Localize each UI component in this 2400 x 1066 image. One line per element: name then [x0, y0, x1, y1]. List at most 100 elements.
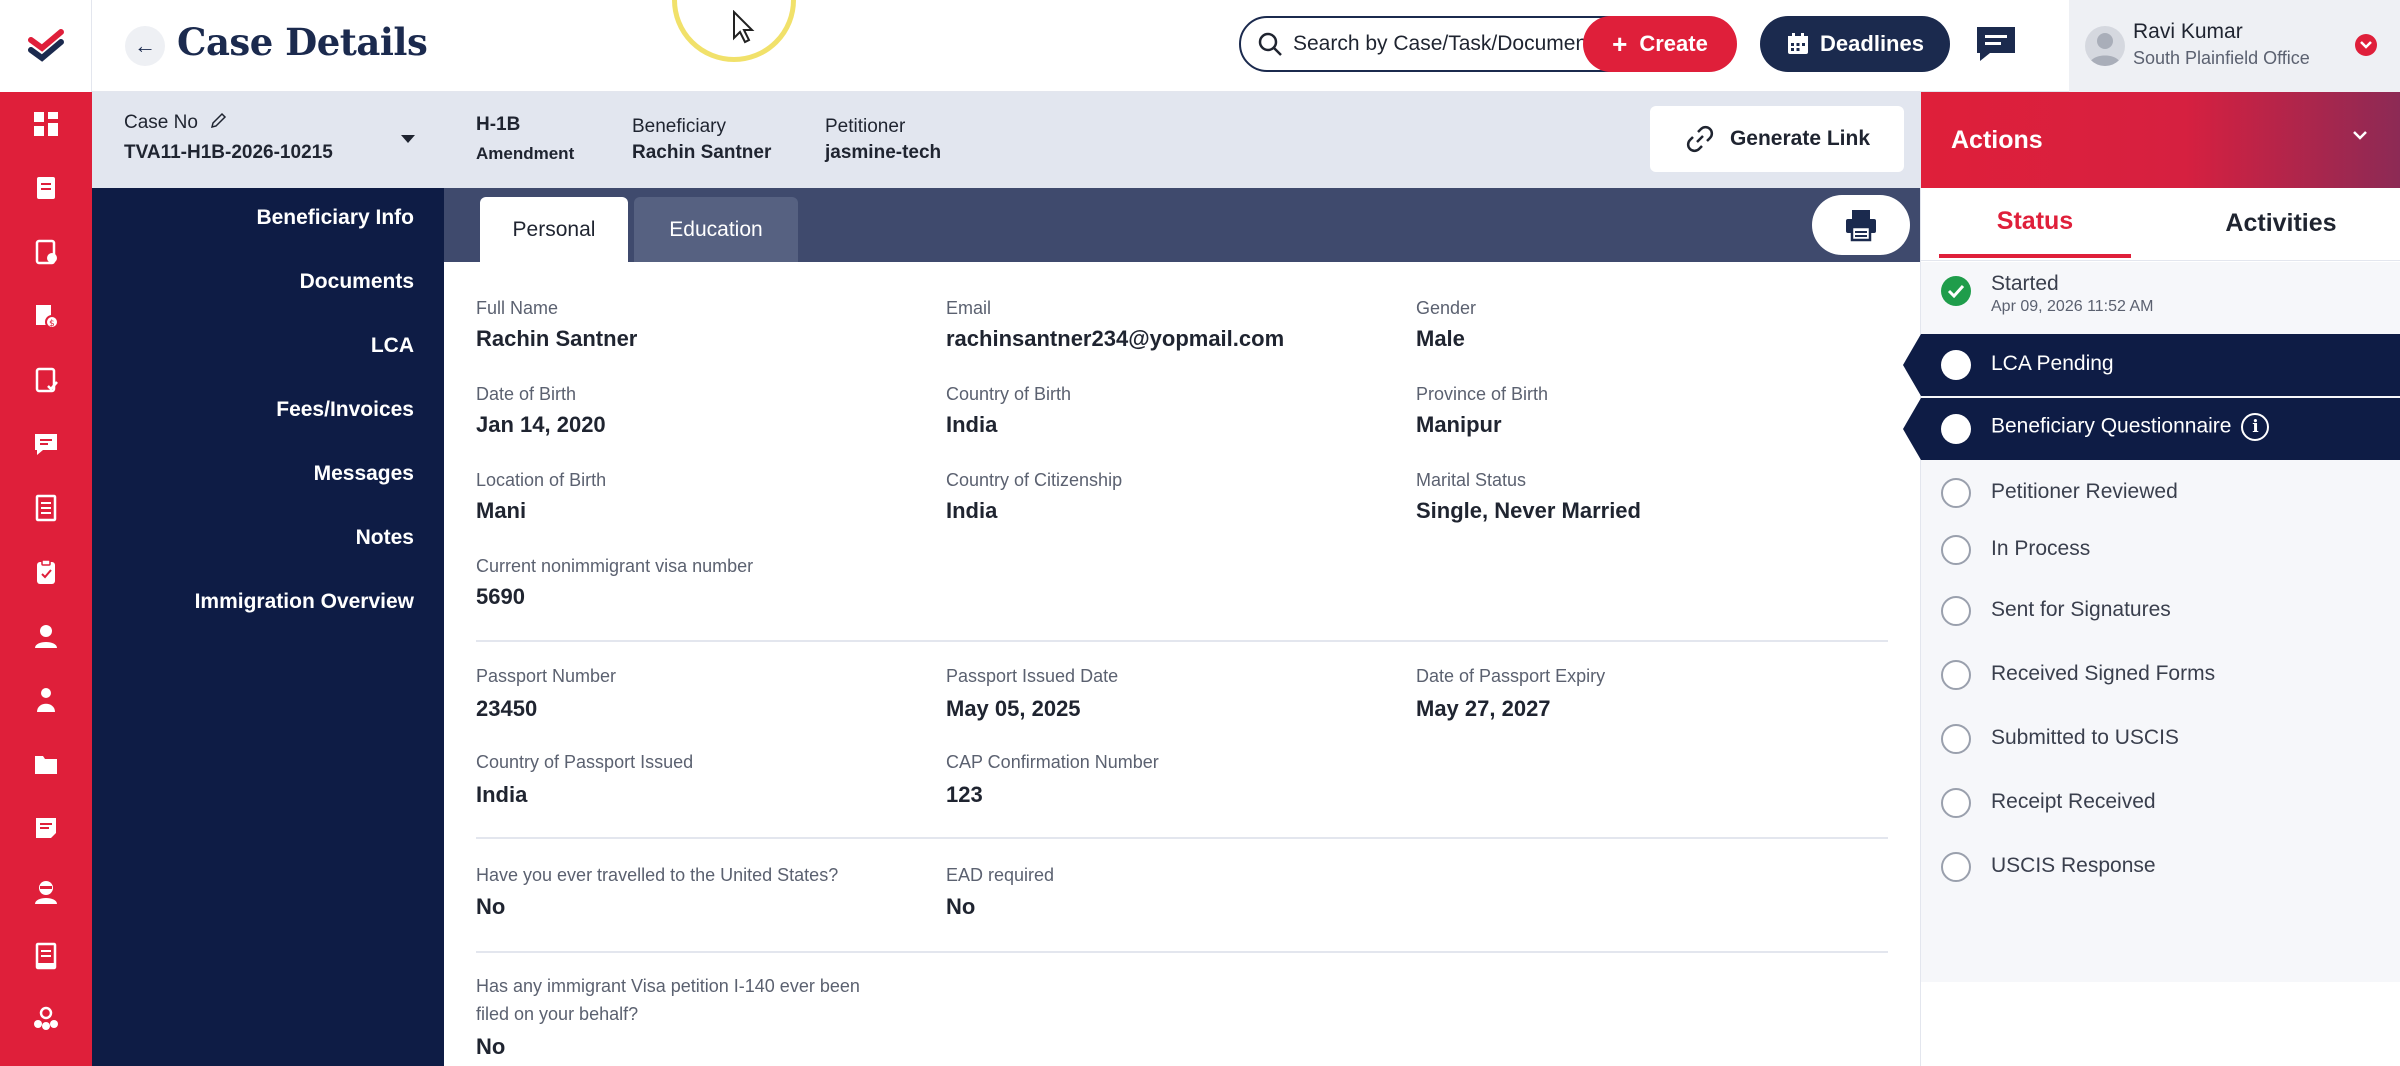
cap-number-label: CAP Confirmation Number [946, 752, 1159, 772]
chevron-down-icon[interactable] [2349, 124, 2371, 146]
notes-icon[interactable] [0, 796, 92, 860]
status-label: LCA Pending [1991, 352, 2114, 375]
dashboard-icon[interactable] [0, 92, 92, 156]
tab-education[interactable]: Education [634, 197, 798, 262]
passport-expiry-label: Date of Passport Expiry [1416, 666, 1606, 686]
full-name-label: Full Name [476, 298, 559, 318]
team-icon[interactable] [0, 988, 92, 1052]
status-item-uscis-response: USCIS Response [1921, 836, 2400, 898]
generate-link-button[interactable]: Generate Link [1650, 106, 1904, 172]
create-button[interactable]: + Create [1583, 16, 1737, 72]
invoices-icon[interactable]: $ [0, 284, 92, 348]
status-item-submitted-to-uscis: Submitted to USCIS [1921, 708, 2400, 770]
nav-item-lca[interactable]: LCA [371, 334, 414, 358]
beneficiary-name[interactable]: Rachin Santner [632, 142, 771, 164]
folder-icon[interactable] [0, 732, 92, 796]
country-of-birth-label: Country of Birth [946, 384, 1072, 404]
tab-activities[interactable]: Activities [2161, 188, 2400, 258]
visa-number-value: 5690 [476, 584, 525, 609]
section-divider [476, 951, 1888, 953]
deadlines-button[interactable]: Deadlines [1760, 16, 1950, 72]
status-item-started: Started Apr 09, 2026 11:52 AM [1921, 262, 2400, 334]
reports-icon[interactable] [0, 924, 92, 988]
status-item-lca-pending[interactable]: LCA Pending [1903, 334, 2400, 396]
status-label: Received Signed Forms [1991, 662, 2216, 685]
logo-icon[interactable] [0, 0, 92, 92]
status-item-beneficiary-questionnaire[interactable]: Beneficiary Questionnaire i [1903, 398, 2400, 460]
forms-icon[interactable] [0, 348, 92, 412]
status-circle-icon [1941, 660, 1971, 690]
petitioner-name[interactable]: jasmine-tech [825, 142, 941, 164]
nav-item-documents[interactable]: Documents [300, 270, 414, 294]
search-icon [1258, 32, 1282, 56]
i140-label-line1: Has any immigrant Visa petition I-140 ev… [476, 976, 860, 996]
nav-item-notes[interactable]: Notes [356, 526, 414, 550]
i140-value: No [476, 1034, 506, 1059]
contacts-icon[interactable] [0, 860, 92, 924]
link-icon [1686, 125, 1714, 153]
full-name-value: Rachin Santner [476, 326, 638, 351]
users-icon[interactable] [0, 668, 92, 732]
province-of-birth-label: Province of Birth [1416, 384, 1549, 404]
rail-menu: $ [0, 92, 92, 1066]
search-input[interactable] [1293, 32, 1633, 56]
print-button[interactable] [1812, 195, 1910, 255]
cases-icon[interactable] [0, 156, 92, 220]
user-menu[interactable]: Ravi Kumar South Plainfield Office [2069, 0, 2400, 92]
nav-item-messages[interactable]: Messages [314, 462, 414, 486]
user-icon[interactable] [0, 604, 92, 668]
tasks-icon[interactable] [0, 220, 92, 284]
email-value: rachinsantner234@yopmail.com [946, 326, 1285, 351]
create-label: Create [1639, 31, 1708, 56]
caret-down-icon[interactable] [400, 134, 416, 144]
profile-tabs: Personal Education [444, 188, 1920, 262]
citizenship-label: Country of Citizenship [946, 470, 1123, 490]
province-of-birth-value: Manipur [1416, 412, 1502, 437]
dob-label: Date of Birth [476, 384, 577, 404]
status-timeline: Started Apr 09, 2026 11:52 AM LCA Pendin… [1903, 262, 2400, 982]
deadlines-label: Deadlines [1820, 31, 1924, 56]
clipboard-icon[interactable] [0, 540, 92, 604]
status-circle-icon [1941, 596, 1971, 626]
status-circle-icon [1941, 535, 1971, 565]
case-section-nav: Beneficiary Info Documents LCA Fees/Invo… [92, 188, 444, 1066]
chevron-down-icon[interactable] [2355, 34, 2377, 56]
edit-pencil-icon[interactable] [209, 112, 227, 130]
petitioner-label: Petitioner [825, 116, 906, 137]
status-label: Beneficiary Questionnaire i [1991, 413, 2270, 441]
back-arrow-icon[interactable]: ← [125, 26, 165, 66]
plus-icon: + [1612, 29, 1628, 59]
passport-issued-label: Passport Issued Date [946, 666, 1119, 686]
passport-expiry-value: May 27, 2027 [1416, 696, 1551, 721]
passport-issued-value: May 05, 2025 [946, 696, 1081, 721]
status-label: Submitted to USCIS [1991, 726, 2179, 749]
tab-personal[interactable]: Personal [480, 197, 628, 262]
actions-header[interactable]: Actions [1921, 92, 2400, 188]
nav-item-immigration-overview[interactable]: Immigration Overview [195, 590, 414, 614]
cap-number-value: 123 [946, 782, 983, 807]
info-icon[interactable]: i [2241, 413, 2270, 441]
visa-subtype: Amendment [476, 144, 575, 163]
status-item-petitioner-reviewed: Petitioner Reviewed [1921, 462, 2400, 524]
status-circle-icon [1941, 852, 1971, 882]
status-item-receipt-received: Receipt Received [1921, 772, 2400, 834]
page-title: Case Details [177, 20, 428, 64]
tab-status[interactable]: Status [1939, 188, 2131, 258]
user-office: South Plainfield Office [2133, 48, 2310, 68]
visa-number-label: Current nonimmigrant visa number [476, 556, 754, 576]
nav-item-beneficiary-info[interactable]: Beneficiary Info [256, 206, 414, 230]
ead-required-label: EAD required [946, 865, 1055, 885]
status-label: Petitioner Reviewed [1991, 480, 2178, 503]
case-number: TVA11-H1B-2026-10215 [124, 142, 333, 163]
nav-item-fees-invoices[interactable]: Fees/Invoices [276, 398, 414, 422]
documents-icon[interactable] [0, 476, 92, 540]
messages-icon[interactable] [0, 412, 92, 476]
passport-country-label: Country of Passport Issued [476, 752, 694, 772]
status-circle-icon [1941, 724, 1971, 754]
status-circle-icon [1941, 788, 1971, 818]
passport-number-value: 23450 [476, 696, 538, 721]
avatar [2085, 26, 2125, 66]
status-circle-icon [1941, 414, 1971, 444]
gender-value: Male [1416, 326, 1465, 351]
chat-icon[interactable] [1972, 20, 2020, 68]
